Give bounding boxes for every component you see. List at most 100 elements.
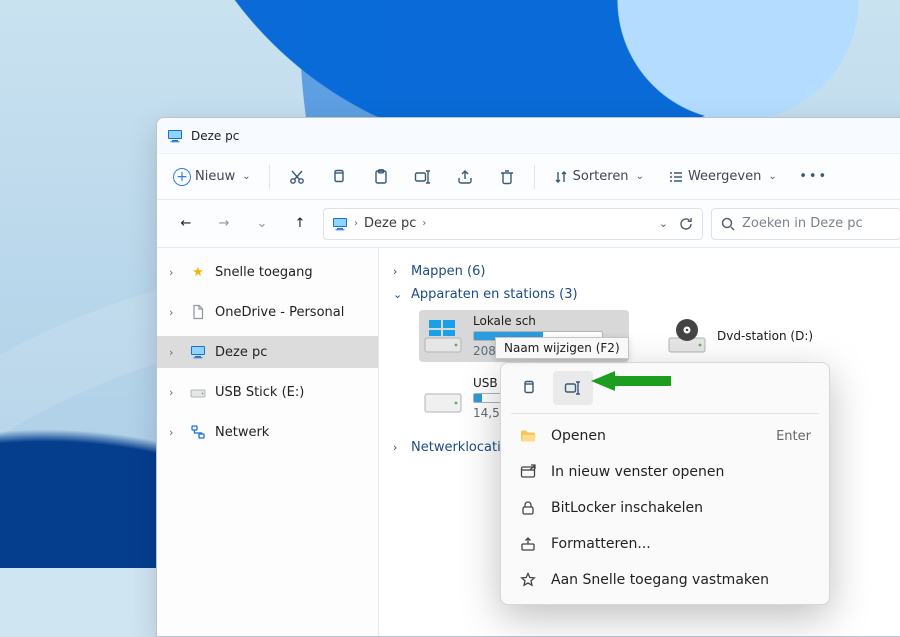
clipboard-icon — [372, 168, 390, 186]
chevron-down-icon: ⌄ — [768, 171, 776, 182]
chevron-down-icon: ⌄ — [257, 216, 268, 231]
document-icon — [189, 304, 207, 320]
address-bar[interactable]: › Deze pc › ⌄ — [323, 208, 703, 240]
chevron-down-icon[interactable]: ⌄ — [659, 217, 668, 230]
chevron-down-icon: ⌄ — [636, 171, 644, 182]
ctx-format[interactable]: Formatteren... — [507, 526, 823, 562]
trash-icon — [498, 168, 516, 186]
chevron-right-icon: › — [393, 265, 405, 278]
arrow-up-icon: ↑ — [295, 216, 306, 231]
section-folders[interactable]: › Mappen (6) — [393, 264, 900, 279]
ctx-copy-button[interactable] — [509, 371, 549, 405]
sort-button[interactable]: Sorteren ⌄ — [543, 160, 654, 194]
drive-meta: Dvd-station (D:) — [717, 328, 813, 344]
search-box[interactable]: Zoeken in Deze pc — [711, 208, 900, 240]
recent-locations-button[interactable]: ⌄ — [247, 209, 277, 239]
drive-icon — [189, 384, 207, 400]
ellipsis-icon: ••• — [799, 169, 828, 184]
section-devices[interactable]: ⌄ Apparaten en stations (3) — [393, 287, 900, 302]
drive-icon — [423, 378, 463, 418]
separator — [534, 165, 535, 189]
ctx-label: Aan Snelle toegang vastmaken — [551, 572, 769, 588]
sidebar-item-onedrive[interactable]: › OneDrive - Personal — [157, 296, 378, 328]
new-button-label: Nieuw — [195, 169, 235, 184]
up-button[interactable]: ↑ — [285, 209, 315, 239]
section-label: Apparaten en stations (3) — [411, 287, 578, 302]
arrow-left-icon: ← — [181, 216, 192, 231]
sidebar-item-label: Deze pc — [215, 345, 267, 360]
sidebar-item-label: OneDrive - Personal — [215, 305, 344, 320]
ctx-open-new-window[interactable]: In nieuw venster openen — [507, 454, 823, 490]
copy-button[interactable] — [320, 160, 358, 194]
rename-tooltip: Naam wijzigen (F2) — [495, 337, 629, 359]
sidebar-item-usb[interactable]: › USB Stick (E:) — [157, 376, 378, 408]
forward-button[interactable]: → — [209, 209, 239, 239]
window-title: Deze pc — [191, 129, 239, 143]
network-icon — [189, 424, 207, 440]
ctx-rename-button[interactable] — [553, 371, 593, 405]
windows-drive-icon — [423, 316, 463, 356]
navigation-pane: › ★ Snelle toegang › OneDrive - Personal… — [157, 248, 379, 636]
share-button[interactable] — [446, 160, 484, 194]
plus-icon: + — [173, 168, 191, 186]
dvd-drive-icon — [667, 316, 707, 356]
sidebar-item-network[interactable]: › Netwerk — [157, 416, 378, 448]
more-button[interactable]: ••• — [791, 160, 837, 194]
sidebar-item-label: Netwerk — [215, 425, 269, 440]
star-icon: ★ — [189, 265, 207, 280]
lock-icon — [519, 499, 537, 517]
ctx-label: In nieuw venster openen — [551, 464, 724, 480]
search-icon — [720, 216, 736, 232]
back-button[interactable]: ← — [171, 209, 201, 239]
view-button[interactable]: Weergeven ⌄ — [658, 160, 787, 194]
drive-name: Dvd-station (D:) — [717, 328, 813, 344]
ctx-label: Formatteren... — [551, 536, 651, 552]
ctx-open[interactable]: Openen Enter — [507, 418, 823, 454]
titlebar: Deze pc — [157, 118, 900, 154]
context-menu: Openen Enter In nieuw venster openen Bit… — [500, 362, 830, 605]
command-bar: + Nieuw ⌄ — [157, 154, 900, 200]
star-outline-icon — [519, 571, 537, 589]
new-window-icon — [519, 463, 537, 481]
arrow-right-icon: → — [219, 216, 230, 231]
chevron-right-icon: › — [169, 386, 181, 399]
new-button[interactable]: + Nieuw ⌄ — [163, 160, 261, 194]
this-pc-icon — [332, 216, 348, 232]
chevron-right-icon: › — [169, 266, 181, 279]
section-label: Mappen (6) — [411, 264, 485, 279]
refresh-icon[interactable] — [678, 216, 694, 232]
tooltip-text: Naam wijzigen (F2) — [504, 341, 620, 355]
sort-icon — [553, 169, 569, 185]
chevron-down-icon: ⌄ — [393, 288, 405, 301]
sidebar-item-label: USB Stick (E:) — [215, 385, 304, 400]
copy-icon — [520, 379, 538, 397]
copy-icon — [330, 168, 348, 186]
chevron-right-icon: › — [169, 426, 181, 439]
chevron-right-icon: › — [393, 441, 405, 454]
sidebar-item-label: Snelle toegang — [215, 265, 313, 280]
ctx-pin-quick-access[interactable]: Aan Snelle toegang vastmaken — [507, 562, 823, 598]
delete-button[interactable] — [488, 160, 526, 194]
ctx-label: Openen — [551, 428, 606, 444]
sidebar-item-quick-access[interactable]: › ★ Snelle toegang — [157, 256, 378, 288]
view-icon — [668, 169, 684, 185]
annotation-arrow — [591, 371, 671, 391]
sort-button-label: Sorteren — [573, 169, 629, 184]
sidebar-item-this-pc[interactable]: › Deze pc — [157, 336, 378, 368]
rename-icon — [564, 379, 582, 397]
folder-open-icon — [519, 427, 537, 445]
separator — [269, 165, 270, 189]
chevron-right-icon: › — [354, 218, 358, 229]
drive-dvd-d[interactable]: Dvd-station (D:) — [663, 310, 873, 362]
share-icon — [456, 168, 474, 186]
paste-button[interactable] — [362, 160, 400, 194]
breadcrumb-thispc[interactable]: Deze pc — [364, 216, 416, 231]
chevron-right-icon: › — [169, 346, 181, 359]
rename-button[interactable] — [404, 160, 442, 194]
ctx-bitlocker[interactable]: BitLocker inschakelen — [507, 490, 823, 526]
ctx-label: BitLocker inschakelen — [551, 500, 703, 516]
drive-name: Lokale sch — [473, 313, 603, 329]
scissors-icon — [288, 168, 306, 186]
cut-button[interactable] — [278, 160, 316, 194]
chevron-right-icon: › — [169, 306, 181, 319]
